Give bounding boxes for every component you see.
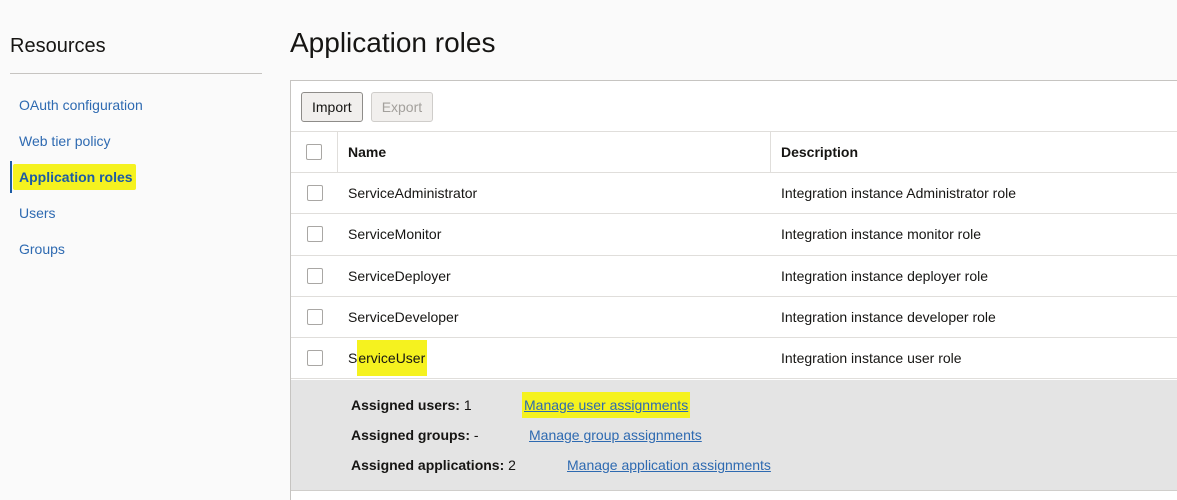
- row-check-cell: [291, 173, 338, 213]
- import-button[interactable]: Import: [301, 92, 363, 122]
- role-description: Integration instance developer role: [781, 309, 996, 326]
- table-row[interactable]: ServiceAdministrator Integration instanc…: [291, 173, 1177, 215]
- sidebar-divider: [10, 73, 262, 74]
- role-name: ServiceUser: [338, 338, 771, 378]
- role-name: ServiceDeveloper: [348, 309, 459, 326]
- sidebar-item-application-roles[interactable]: Application roles: [10, 159, 262, 195]
- table-row[interactable]: ServiceUser Integration instance user ro…: [291, 338, 1177, 380]
- sidebar-nav: OAuth configuration Web tier policy Appl…: [10, 87, 262, 267]
- row-check-cell: [291, 214, 338, 254]
- column-header-name[interactable]: Name: [338, 132, 771, 172]
- role-name-prefix: S: [348, 350, 358, 367]
- row-check-cell: [291, 338, 338, 378]
- sidebar-item-label: Application roles: [13, 164, 136, 190]
- row-checkbox[interactable]: [306, 309, 323, 326]
- assigned-applications: Assigned applications: 2: [351, 457, 516, 473]
- select-all-checkbox[interactable]: [306, 144, 322, 160]
- sidebar-item-web-tier-policy[interactable]: Web tier policy: [10, 123, 262, 159]
- assigned-applications-label: Assigned applications:: [351, 457, 505, 473]
- assigned-groups: Assigned groups: -: [351, 427, 479, 443]
- role-name: ServiceMonitor: [348, 226, 442, 243]
- row-checkbox[interactable]: [306, 226, 323, 243]
- role-description: Integration instance monitor role: [781, 226, 981, 243]
- row-check-cell: [291, 297, 338, 337]
- column-header-description[interactable]: Description: [771, 144, 858, 160]
- table-header: Name Description: [291, 131, 1177, 173]
- table-row[interactable]: ServiceMonitor Integration instance moni…: [291, 214, 1177, 256]
- page-title: Application roles: [290, 27, 496, 58]
- sidebar-item-users[interactable]: Users: [10, 195, 262, 231]
- manage-user-assignments-label: Manage user assignments: [522, 392, 691, 418]
- role-name: ServiceAdministrator: [348, 185, 478, 202]
- role-detail-panel: Assigned users: 1 Manage user assignment…: [291, 380, 1177, 491]
- role-description: Integration instance Administrator role: [781, 185, 1017, 202]
- row-checkbox[interactable]: [306, 185, 323, 202]
- roles-panel: Import Export Name Description ServiceAdm…: [290, 80, 1177, 500]
- role-name-highlight: erviceUser: [357, 340, 428, 377]
- assigned-groups-label: Assigned groups:: [351, 427, 471, 443]
- assigned-users-label: Assigned users:: [351, 397, 460, 413]
- sidebar-item-groups[interactable]: Groups: [10, 231, 262, 267]
- role-description: Integration instance user role: [781, 350, 962, 367]
- assigned-users-count: 1: [463, 397, 472, 413]
- roles-table: Name Description ServiceAdministrator In…: [291, 131, 1177, 380]
- sidebar-title: Resources: [10, 35, 106, 57]
- export-button[interactable]: Export: [370, 92, 434, 122]
- sidebar: Resources OAuth configuration Web tier p…: [10, 0, 262, 500]
- assigned-users: Assigned users: 1: [351, 397, 472, 413]
- select-all-cell: [291, 132, 338, 172]
- row-checkbox[interactable]: [306, 267, 323, 284]
- assigned-groups-count: -: [473, 427, 479, 443]
- sidebar-item-oauth-configuration[interactable]: OAuth configuration: [10, 87, 262, 123]
- role-description: Integration instance deployer role: [781, 267, 989, 284]
- row-check-cell: [291, 256, 338, 296]
- table-row[interactable]: ServiceDeployer Integration instance dep…: [291, 256, 1177, 297]
- role-name: ServiceDeployer: [348, 267, 451, 284]
- row-checkbox[interactable]: [306, 350, 323, 367]
- manage-application-assignments-link[interactable]: Manage application assignments: [567, 457, 771, 473]
- toolbar: Import Export: [301, 92, 441, 122]
- manage-group-assignments-link[interactable]: Manage group assignments: [529, 427, 702, 443]
- assigned-applications-count: 2: [508, 457, 516, 473]
- table-row[interactable]: ServiceDeveloper Integration instance de…: [291, 297, 1177, 339]
- manage-user-assignments-link[interactable]: Manage user assignments: [522, 392, 691, 418]
